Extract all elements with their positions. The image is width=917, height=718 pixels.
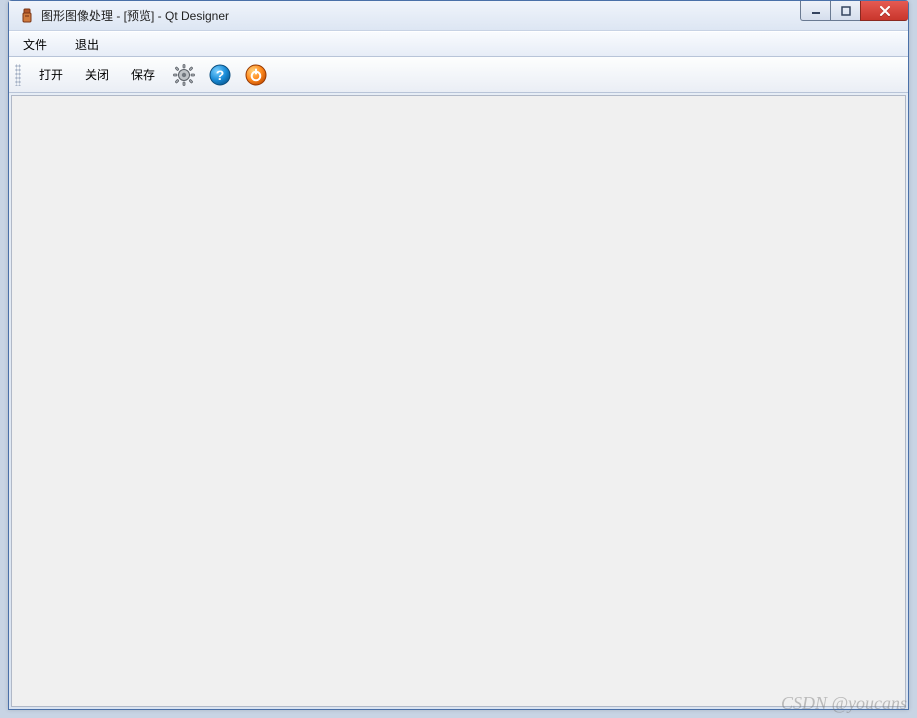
gear-icon[interactable] (171, 62, 197, 88)
maximize-button[interactable] (830, 1, 860, 21)
toolbar: 打开 关闭 保存 (9, 57, 908, 93)
menu-file[interactable]: 文件 (17, 33, 53, 56)
toolbar-grip[interactable] (15, 64, 21, 86)
client-area (11, 95, 906, 707)
svg-text:?: ? (216, 67, 225, 83)
toolbar-save[interactable]: 保存 (125, 63, 161, 86)
main-window: 图形图像处理 - [预览] - Qt Designer 文件 退出 打开 关闭 … (8, 0, 909, 710)
minimize-button[interactable] (800, 1, 830, 21)
power-icon[interactable] (243, 62, 269, 88)
close-button[interactable] (860, 1, 908, 21)
window-title: 图形图像处理 - [预览] - Qt Designer (41, 7, 229, 24)
window-controls (800, 1, 908, 21)
menu-exit[interactable]: 退出 (69, 33, 105, 56)
toolbar-open[interactable]: 打开 (33, 63, 69, 86)
app-icon (19, 8, 35, 24)
titlebar[interactable]: 图形图像处理 - [预览] - Qt Designer (9, 1, 908, 31)
toolbar-close[interactable]: 关闭 (79, 63, 115, 86)
menubar: 文件 退出 (9, 31, 908, 57)
help-icon[interactable]: ? (207, 62, 233, 88)
